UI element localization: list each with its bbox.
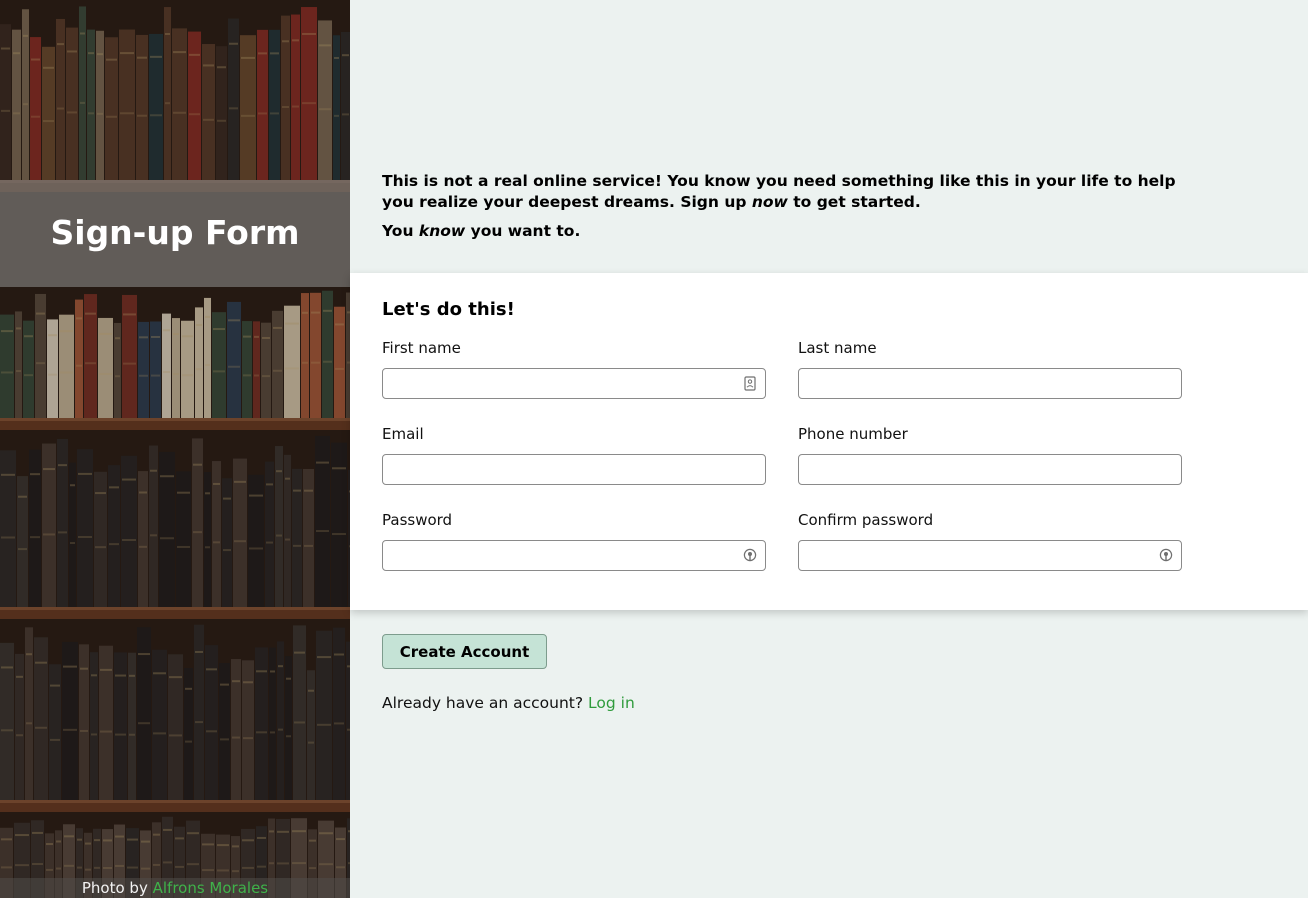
email-input-wrap bbox=[382, 454, 766, 485]
create-account-button[interactable]: Create Account bbox=[382, 634, 547, 669]
login-prompt: Already have an account? Log in bbox=[382, 694, 635, 712]
email-label: Email bbox=[382, 425, 424, 443]
last-name-label: Last name bbox=[798, 339, 877, 357]
photo-credit-prefix: Photo by bbox=[81, 879, 153, 897]
hero-image-panel: Sign-up Form Photo by Alfrons Morales bbox=[0, 0, 350, 898]
intro-emphasis: now bbox=[751, 193, 788, 211]
phone-label: Phone number bbox=[798, 425, 908, 443]
email-input[interactable] bbox=[382, 454, 766, 485]
password-input[interactable] bbox=[382, 540, 766, 571]
intro-text-part: to get started. bbox=[787, 193, 921, 211]
first-name-label: First name bbox=[382, 339, 461, 357]
last-name-field: Last name bbox=[798, 339, 1182, 399]
intro-paragraph-1: This is not a real online service! You k… bbox=[382, 171, 1182, 213]
phone-field: Phone number bbox=[798, 425, 1182, 485]
confirm-password-label: Confirm password bbox=[798, 511, 934, 529]
intro-text: This is not a real online service! You k… bbox=[382, 171, 1182, 242]
first-name-input[interactable] bbox=[382, 368, 766, 399]
email-field: Email bbox=[382, 425, 766, 485]
login-prompt-text: Already have an account? bbox=[382, 694, 589, 712]
intro-text-part: you want to. bbox=[465, 222, 581, 240]
password-input-wrap bbox=[382, 540, 766, 571]
login-link[interactable]: Log in bbox=[588, 694, 635, 712]
confirm-password-input-wrap bbox=[798, 540, 1182, 571]
phone-input[interactable] bbox=[798, 454, 1182, 485]
last-name-input[interactable] bbox=[798, 368, 1182, 399]
first-name-field: First name bbox=[382, 339, 766, 399]
photo-credit: Photo by Alfrons Morales bbox=[0, 878, 350, 898]
photographer-link[interactable]: Alfrons Morales bbox=[153, 879, 269, 897]
page-title: Sign-up Form bbox=[50, 213, 300, 252]
contact-card-icon[interactable] bbox=[743, 376, 757, 391]
phone-input-wrap bbox=[798, 454, 1182, 485]
intro-paragraph-2: You know you want to. bbox=[382, 221, 1182, 242]
intro-emphasis: know bbox=[418, 222, 466, 240]
confirm-password-input[interactable] bbox=[798, 540, 1182, 571]
bookshelf-photo bbox=[0, 0, 350, 898]
password-key-icon[interactable] bbox=[1159, 548, 1173, 563]
form-heading: Let's do this! bbox=[382, 299, 515, 320]
password-field: Password bbox=[382, 511, 766, 571]
password-label: Password bbox=[382, 511, 453, 529]
first-name-input-wrap bbox=[382, 368, 766, 399]
signup-form-card: Let's do this! First name Last name Emai… bbox=[350, 273, 1308, 610]
title-band: Sign-up Form bbox=[0, 180, 350, 287]
intro-text-part: You bbox=[382, 222, 419, 240]
last-name-input-wrap bbox=[798, 368, 1182, 399]
confirm-password-field: Confirm password bbox=[798, 511, 1182, 571]
password-key-icon[interactable] bbox=[743, 548, 757, 563]
